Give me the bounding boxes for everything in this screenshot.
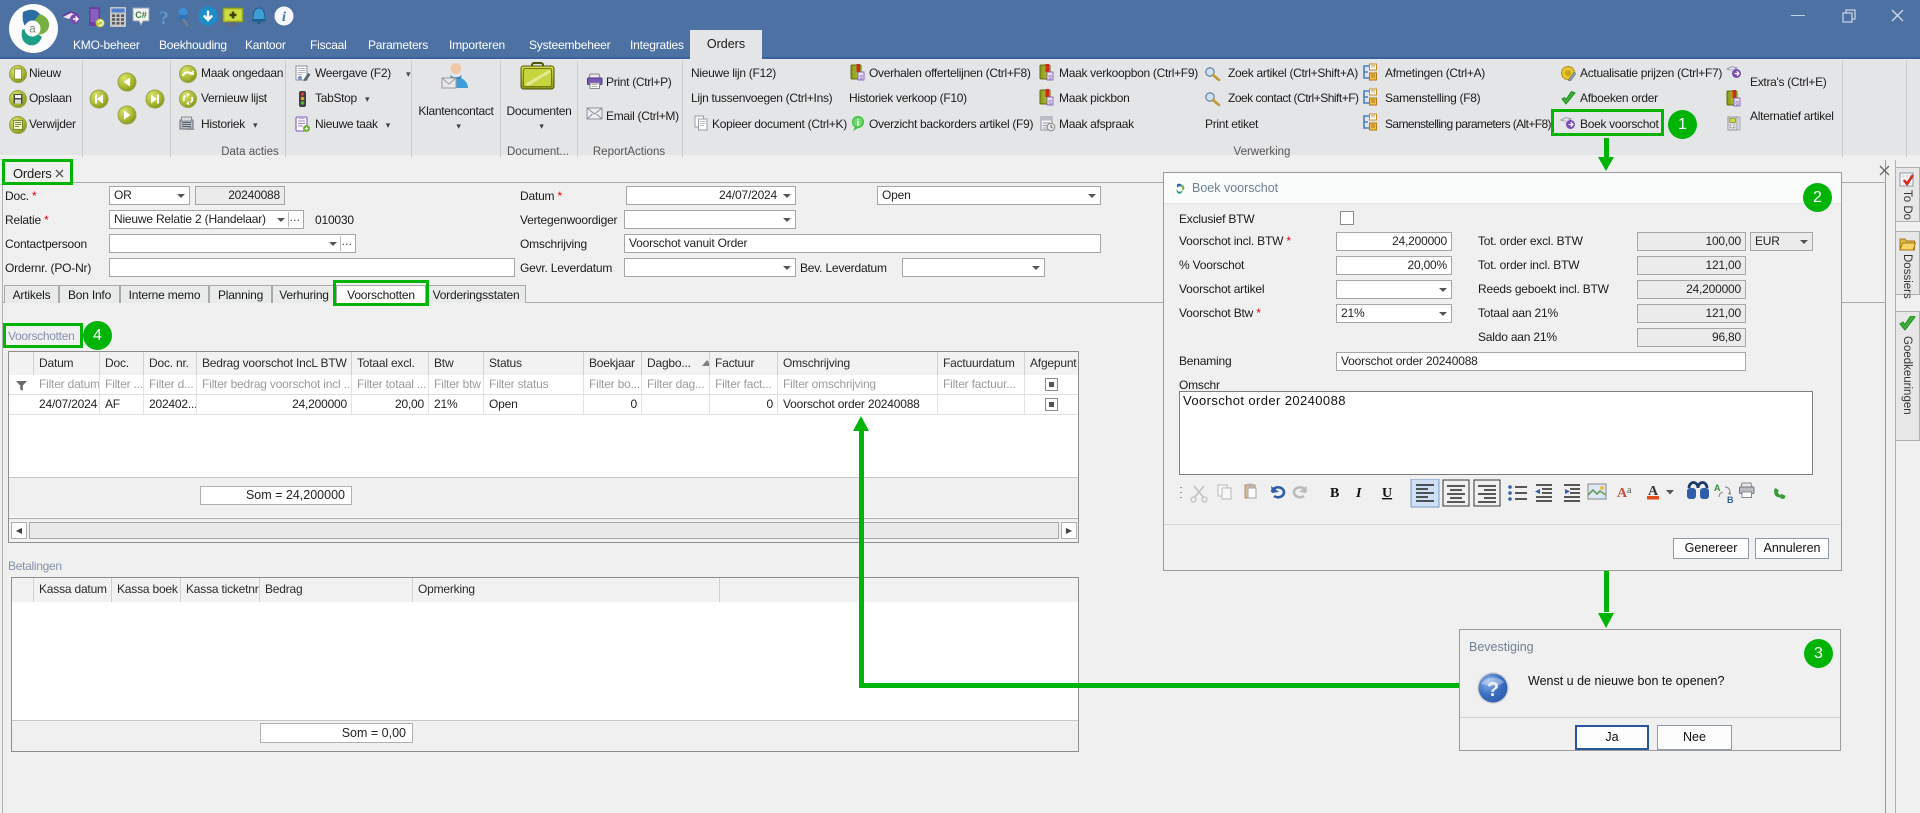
- svg-text:B: B: [1330, 486, 1339, 501]
- svg-text:A: A: [1714, 483, 1721, 493]
- svg-text:i: i: [282, 10, 286, 25]
- svg-text:I: I: [1355, 486, 1362, 501]
- svg-text:C#: C#: [135, 10, 147, 20]
- svg-text:?: ?: [1487, 679, 1499, 701]
- svg-text:a: a: [1627, 485, 1632, 496]
- svg-text:g: g: [1048, 100, 1051, 106]
- svg-text:?: ?: [159, 8, 169, 29]
- svg-text:U: U: [1382, 486, 1392, 501]
- svg-text:g: g: [1048, 75, 1051, 81]
- svg-text:a: a: [29, 24, 36, 36]
- svg-text:g: g: [1735, 101, 1738, 107]
- svg-text:B: B: [1727, 495, 1734, 505]
- svg-text:g: g: [859, 75, 862, 81]
- svg-text:t.1: t.1: [1731, 124, 1735, 128]
